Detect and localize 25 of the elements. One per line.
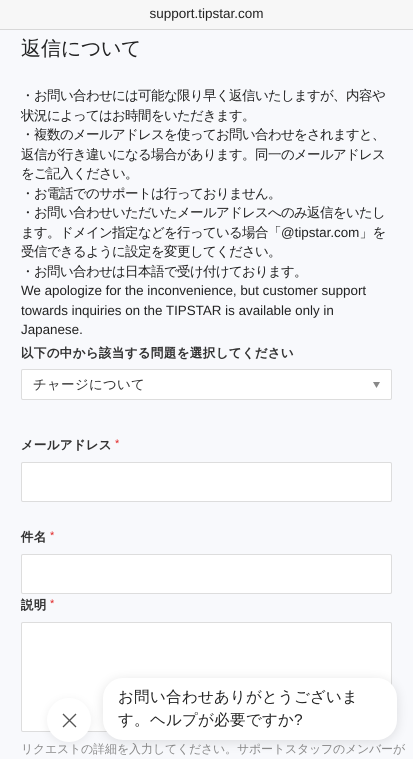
chat-toast[interactable]: お問い合わせありがとうございます。ヘルプが必要ですか?	[103, 678, 397, 740]
close-icon	[62, 712, 76, 728]
notice-text: ・お電話でのサポートは行っておりません。	[21, 184, 282, 202]
notice-text: We apologize for the inconvenience, but customer support towards inquiries on the TIPSTAR is available only in Japanese.	[21, 282, 368, 339]
url-text: support.tipstar.com	[149, 5, 264, 24]
notice-text: ・お問い合わせいただいたメールアドレスへのみ返信をいたします。ドメイン指定などを行っている場合「@tipstar.com」を受信できるように設定を変更してください。	[21, 204, 386, 261]
field-label: 説明	[21, 596, 47, 614]
notice-text: ・複数のメールアドレスを使ってお問い合わせをされますと、返信が行き違いになる場合があります。同一のメールアドレスをご記入ください。	[21, 126, 386, 183]
input-field[interactable]	[21, 554, 392, 594]
select-value: チャージについて	[33, 376, 145, 394]
required-mark: *	[50, 596, 54, 612]
field-label: メールアドレス	[21, 437, 112, 454]
notice-text: ・お問い合わせには可能な限り早く返信いたしますが、内容や状況によってはお時間をいただきます。	[21, 87, 386, 124]
field-label: 件名	[21, 529, 47, 546]
hint-text: リクエストの詳細を入力してください。サポートスタッフのメンバーが	[21, 742, 405, 756]
page-heading: 返信について	[21, 37, 142, 62]
notice-text: ・お問い合わせは日本語で受け付けております。	[21, 262, 308, 280]
input-field[interactable]	[21, 462, 392, 502]
address-bar[interactable]: support.tipstar.com	[0, 0, 413, 30]
field-label: 以下の中から該当する問題を選択してください	[21, 344, 295, 362]
required-mark: *	[50, 529, 54, 544]
issue-select[interactable]: チャージについて	[21, 369, 392, 400]
dropdown-caret-icon	[373, 382, 380, 388]
required-mark: *	[115, 437, 120, 452]
chat-message: お問い合わせありがとうございます。ヘルプが必要ですか?	[118, 688, 359, 731]
